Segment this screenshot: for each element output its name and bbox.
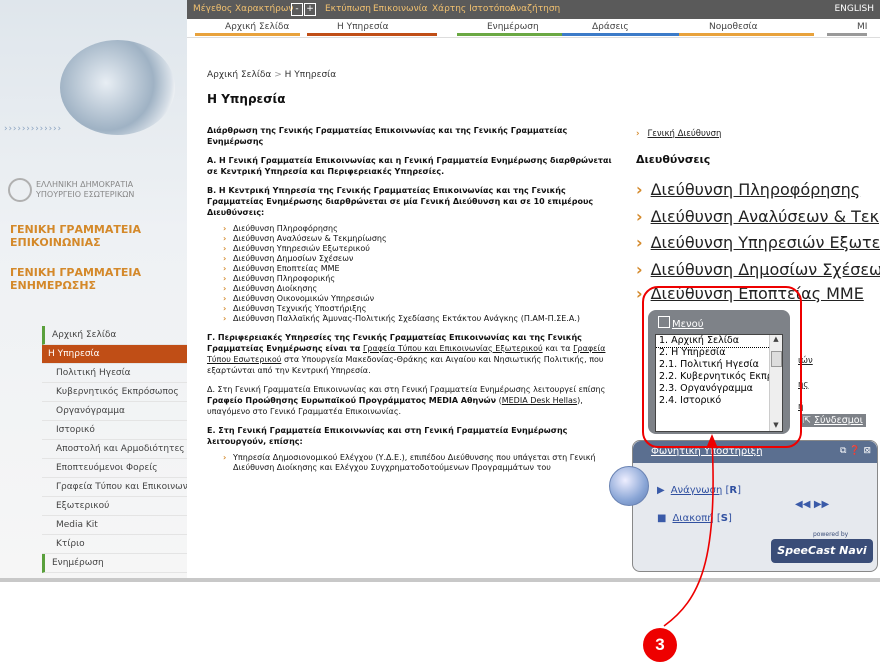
step-number-badge: 3 [643, 628, 677, 662]
annotation-arrow [663, 434, 717, 627]
